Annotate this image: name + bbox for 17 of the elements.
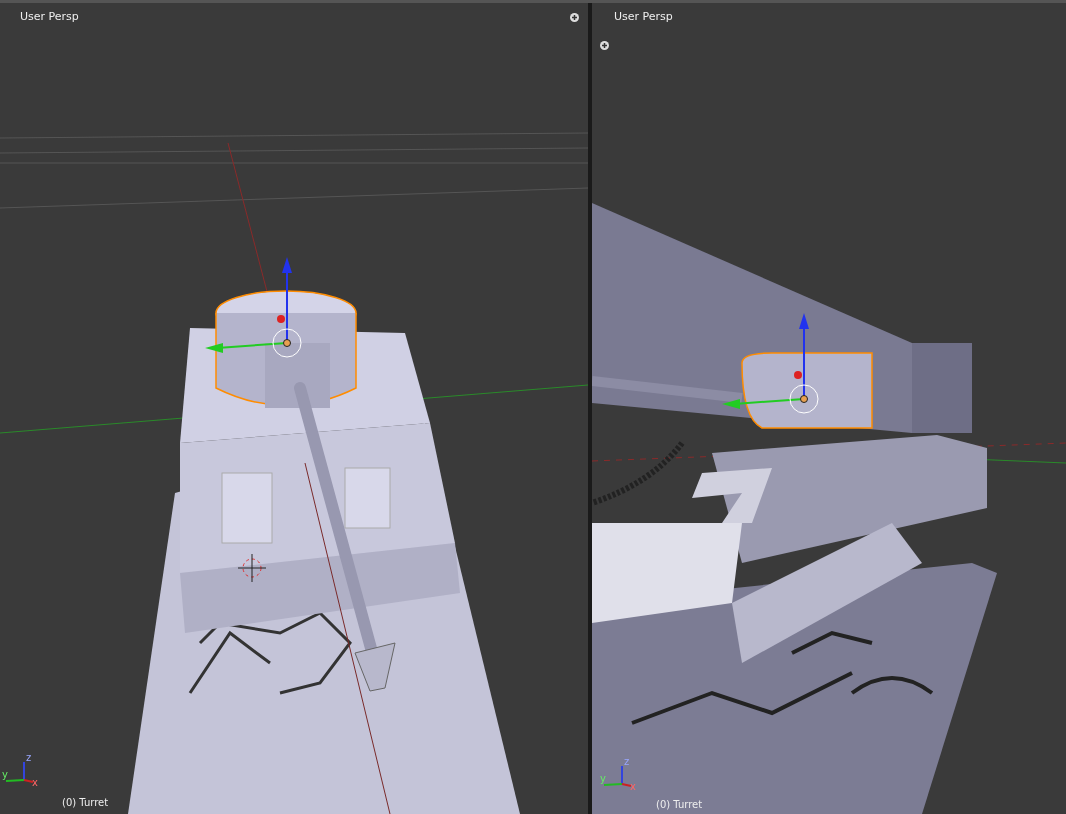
axis-label: x: [32, 777, 38, 788]
view-label: User Persp: [20, 10, 79, 23]
axis-label: x: [630, 781, 636, 792]
axis-label: z: [624, 756, 630, 767]
3d-viewport[interactable]: User Persp z y x (0) Turret: [592, 3, 1066, 814]
3d-cursor-icon: [237, 553, 267, 583]
axis-label: z: [26, 752, 32, 763]
view-label: User Persp: [614, 10, 673, 23]
transform-manipulator-drawing[interactable]: [722, 313, 819, 414]
plus-icon[interactable]: [600, 41, 609, 50]
transform-manipulator-drawing[interactable]: [205, 257, 302, 358]
object-label: (0) Turret: [656, 799, 703, 810]
object-label: (0) Turret: [62, 797, 109, 808]
axis-label: y: [600, 773, 606, 784]
plus-icon[interactable]: [570, 13, 579, 22]
axis-label: y: [2, 769, 8, 780]
3d-viewport[interactable]: User Persp z y x (0) Turret: [0, 3, 588, 814]
